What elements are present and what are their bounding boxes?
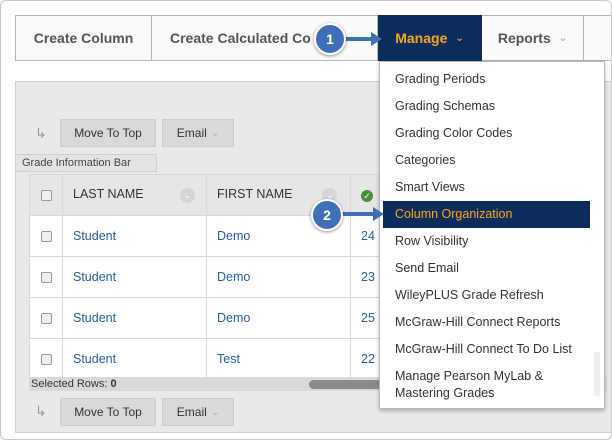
row-select-cell: [29, 215, 63, 257]
row-checkbox[interactable]: [40, 354, 52, 366]
arrow-right-icon: ↳: [35, 125, 47, 141]
menu-item-mcgraw-hill-connect-reports[interactable]: McGraw-Hill Connect Reports: [380, 309, 604, 336]
select-all-checkbox[interactable]: [40, 190, 52, 202]
move-to-top-button-bottom[interactable]: Move To Top: [60, 398, 156, 426]
first-name-header-label: FIRST NAME: [217, 187, 293, 202]
create-column-label: Create Column: [33, 30, 134, 46]
first-name-cell[interactable]: Test: [206, 338, 351, 380]
menu-item-grading-periods[interactable]: Grading Periods: [380, 66, 604, 93]
last-name-cell[interactable]: Student: [62, 215, 207, 257]
last-name-header-label: LAST NAME: [73, 187, 144, 202]
reports-label: Reports: [497, 30, 551, 46]
email-label: Email: [176, 405, 207, 419]
table-row: Student Demo 25: [29, 297, 391, 339]
menu-item-grading-color-codes[interactable]: Grading Color Codes: [380, 120, 604, 147]
chevron-down-icon: ⌄: [558, 32, 568, 44]
create-calculated-column-label: Create Calculated Co: [170, 30, 311, 46]
arrow-right-icon: ↳: [35, 403, 47, 419]
callout-2-line: [341, 212, 375, 216]
callout-1-line: [343, 37, 373, 41]
manage-menu-button[interactable]: Manage ⌄: [378, 15, 482, 61]
email-button-bottom[interactable]: Email ⌄: [162, 398, 234, 426]
menu-scrollbar[interactable]: [594, 352, 600, 396]
email-label: Email: [176, 126, 207, 140]
selected-rows-label: Selected Rows:: [31, 378, 108, 390]
row-select-cell: [29, 256, 63, 298]
row-select-cell: [29, 338, 63, 380]
last-name-cell[interactable]: Student: [62, 338, 207, 380]
menu-item-mcgraw-hill-connect-todo[interactable]: McGraw-Hill Connect To Do List: [380, 336, 604, 363]
callout-badge-2: 2: [311, 199, 343, 231]
row-checkbox[interactable]: [40, 313, 52, 325]
email-button[interactable]: Email ⌄: [162, 119, 234, 147]
first-name-cell[interactable]: Demo: [206, 297, 351, 339]
chevron-down-icon: ⌄: [210, 127, 220, 139]
arrow-right-icon: [373, 207, 384, 221]
menu-item-categories[interactable]: Categories: [380, 147, 604, 174]
menu-item-row-visibility[interactable]: Row Visibility: [380, 228, 604, 255]
menu-item-wileyplus-grade-refresh[interactable]: WileyPLUS Grade Refresh: [380, 282, 604, 309]
move-to-top-label: Move To Top: [74, 405, 142, 419]
menu-item-column-organization[interactable]: Column Organization: [383, 201, 590, 228]
move-to-top-button[interactable]: Move To Top: [60, 119, 156, 147]
manage-dropdown-menu: Grading Periods Grading Schemas Grading …: [379, 61, 605, 409]
row-select-cell: [29, 297, 63, 339]
menu-item-grading-schemas[interactable]: Grading Schemas: [380, 93, 604, 120]
menu-item-manage-pearson-mylab[interactable]: Manage Pearson MyLab & Mastering Grades: [380, 363, 604, 405]
last-name-cell[interactable]: Student: [62, 256, 207, 298]
menu-item-send-email[interactable]: Send Email: [380, 255, 604, 282]
last-name-header[interactable]: LAST NAME ⌄: [62, 174, 207, 216]
manage-label: Manage: [395, 30, 448, 46]
chevron-down-icon: ⌄: [210, 406, 220, 418]
reports-menu-button[interactable]: Reports ⌄: [482, 15, 584, 61]
table-row: Student Demo 23: [29, 256, 391, 298]
check-circle-icon: ✓: [361, 190, 373, 202]
move-to-top-label: Move To Top: [74, 126, 142, 140]
arrow-right-icon: [371, 32, 382, 46]
table-row: Student Test 22: [29, 338, 391, 380]
screenshot-frame: Create Column Create Calculated Co Manag…: [0, 0, 612, 440]
row-checkbox[interactable]: [40, 272, 52, 284]
callout-badge-1: 1: [314, 23, 346, 55]
menu-item-smart-views[interactable]: Smart Views: [380, 174, 604, 201]
create-column-button[interactable]: Create Column: [15, 15, 152, 61]
last-name-cell[interactable]: Student: [62, 297, 207, 339]
select-all-cell: [29, 174, 63, 216]
row-checkbox[interactable]: [40, 231, 52, 243]
selected-rows-count: 0: [110, 378, 117, 390]
column-menu-icon[interactable]: ⌄: [179, 187, 195, 203]
toolbar-overflow-area: [584, 15, 611, 61]
chevron-down-icon: ⌄: [455, 32, 464, 44]
grade-information-bar[interactable]: Grade Information Bar: [15, 154, 157, 172]
first-name-cell[interactable]: Demo: [206, 256, 351, 298]
